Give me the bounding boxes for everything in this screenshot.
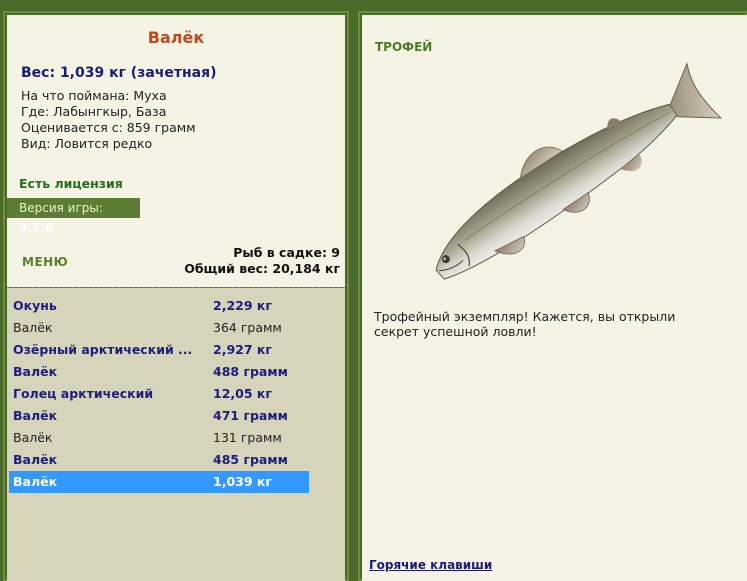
catch-fish-weight: 471 грамм [213,408,288,423]
hotkeys-link[interactable]: Горячие клавиши [369,558,492,572]
catch-fish-name: Окунь [13,298,57,313]
catch-fish-weight: 2,229 кг [213,298,272,313]
catch-row[interactable]: Валёк 131 грамм [9,427,309,449]
catch-fish-name: Валёк [13,408,58,423]
catch-row[interactable]: Валёк 364 грамм [9,317,309,339]
location-info: Где: Лабынгкыр, База [21,104,167,119]
catch-fish-weight: 12,05 кг [213,386,272,401]
catch-fish-name: Валёк [13,474,58,489]
fish-name-title: Валёк [147,28,205,47]
caught-on-info: На что поймана: Муха [21,88,167,103]
catch-row[interactable]: Окунь 2,229 кг [9,295,309,317]
catch-fish-weight: 131 грамм [213,430,282,445]
catch-fish-weight: 1,039 кг [213,474,272,489]
menu-button[interactable]: МЕНЮ [22,255,68,269]
catch-fish-weight: 2,927 кг [213,342,272,357]
fish-weight: Вес: 1,039 кг (зачетная) [21,65,217,81]
keepnet-total-weight: Общий вес: 20,184 кг [184,261,340,276]
keepnet-summary: Рыб в садке: 9 Общий вес: 20,184 кг [184,245,340,277]
catch-fish-name: Валёк [13,430,53,445]
catch-fish-name: Валёк [13,364,58,379]
catch-row[interactable]: Валёк 471 грамм [9,405,309,427]
catch-row[interactable]: Валёк 485 грамм [9,449,309,471]
catch-row[interactable]: Валёк 488 грамм [9,361,309,383]
catch-row[interactable]: Голец арктический 12,05 кг [9,383,309,405]
catch-list: Окунь 2,229 кг Валёк 364 грамм Озёрный аркти… [9,295,309,493]
catch-fish-weight: 488 грамм [213,364,288,379]
catch-fish-weight: 364 грамм [213,320,282,335]
catch-fish-name: Валёк [13,452,58,467]
value-info: Оценивается с: 859 грамм [21,120,196,135]
version-value: 3.7.6 [19,221,54,235]
keepnet-count: Рыб в садке: 9 [233,245,340,260]
catch-row[interactable]: Озёрный арктический ... 2,927 кг [9,339,309,361]
license-status: Есть лицензия [19,176,123,191]
trophy-fish-image [435,61,723,280]
catch-row-selected[interactable]: Валёк 1,039 кг [9,471,309,493]
game-version-badge: Версия игры: 3.7.6 [7,198,140,235]
dashed-divider [7,287,345,288]
rarity-info: Вид: Ловится редко [21,136,153,151]
catch-fish-name: Озёрный арктический ... [13,342,193,357]
catch-fish-name: Голец арктический [13,386,154,401]
catch-fish-weight: 485 грамм [213,452,288,467]
catch-fish-name: Валёк [13,320,53,335]
trophy-description: Трофейный экземпляр! Кажется, вы открыли… [374,309,676,339]
version-label: Версия игры: [19,201,103,215]
